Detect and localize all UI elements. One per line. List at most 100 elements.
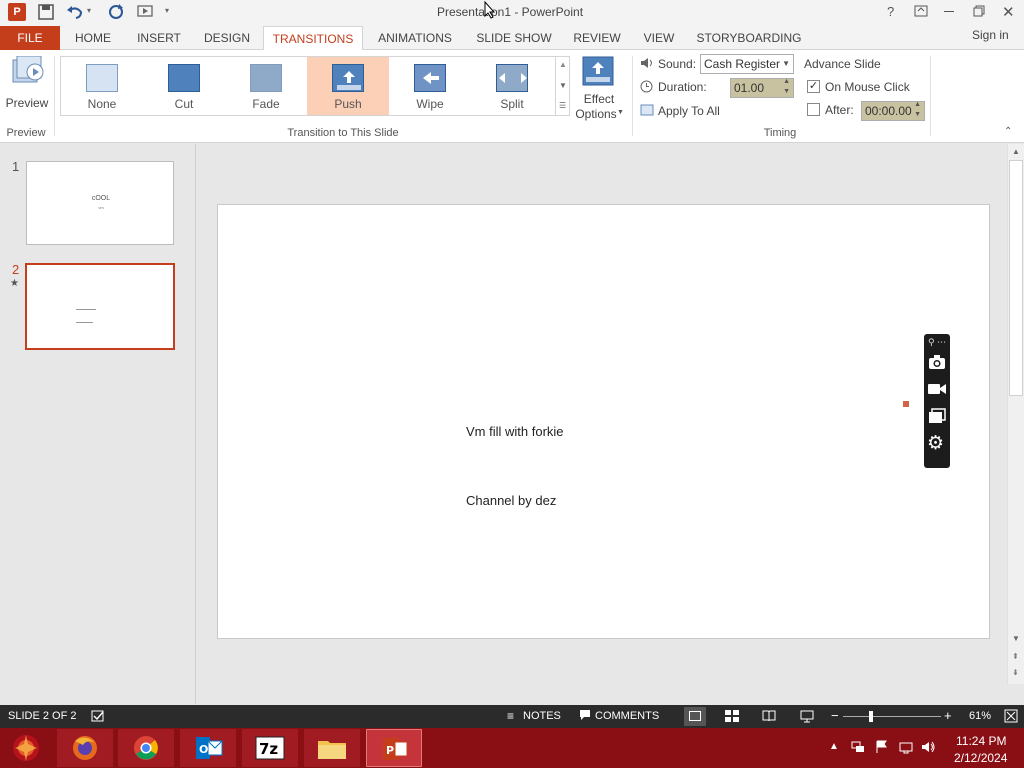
- after-spinner-icon[interactable]: ▲ ▼: [914, 100, 921, 120]
- tab-transitions[interactable]: TRANSITIONS: [263, 26, 363, 51]
- tab-review[interactable]: REVIEW: [568, 26, 626, 50]
- help-icon[interactable]: ?: [887, 4, 894, 19]
- screen-recorder-toolbar: ⚲ ⋯ ⚙: [924, 334, 950, 468]
- tab-file[interactable]: FILE: [0, 26, 60, 50]
- video-camera-icon[interactable]: [927, 382, 947, 396]
- next-slide-icon[interactable]: ⇟: [1012, 668, 1019, 677]
- status-bar: SLIDE 2 OF 2 ≡ NOTES COMMENTS − + 61%: [0, 705, 1024, 728]
- undo-dropdown-icon[interactable]: ▾: [87, 6, 91, 15]
- slide-sorter-icon[interactable]: [725, 710, 739, 722]
- settings-gear-icon[interactable]: ⚙: [927, 434, 944, 453]
- split-icon: [496, 64, 528, 92]
- normal-view-button[interactable]: [684, 707, 706, 726]
- save-icon[interactable]: [38, 4, 54, 20]
- taskbar-chrome[interactable]: [118, 729, 174, 767]
- slide-text-1-content: Vm fill with forkie: [466, 424, 564, 439]
- recorder-menu-icon[interactable]: ⚲ ⋯: [928, 337, 946, 348]
- scroll-up-icon[interactable]: ▲: [1012, 147, 1020, 156]
- slide-thumbnail-2[interactable]: [25, 263, 175, 350]
- zoom-in-button[interactable]: +: [944, 708, 952, 723]
- comments-icon: [579, 709, 591, 721]
- scroll-thumb[interactable]: [1009, 160, 1023, 396]
- ribbon-display-options-icon[interactable]: [914, 5, 928, 17]
- selection-handle[interactable]: [903, 401, 909, 407]
- none-icon: [86, 64, 118, 92]
- gallery-up-icon[interactable]: ▲: [559, 60, 567, 69]
- transition-none[interactable]: None: [61, 57, 143, 115]
- camera-icon[interactable]: [928, 354, 946, 370]
- taskbar-7zip[interactable]: 7z: [242, 729, 298, 767]
- on-mouse-click-checkbox[interactable]: ✓: [807, 80, 820, 93]
- slide-show-icon[interactable]: [800, 710, 814, 723]
- comments-button[interactable]: COMMENTS: [595, 710, 659, 722]
- zoom-slider-thumb[interactable]: [869, 711, 873, 722]
- notes-button[interactable]: NOTES: [523, 710, 561, 722]
- taskbar-file-explorer[interactable]: [304, 729, 360, 767]
- tab-home[interactable]: HOME: [66, 26, 120, 50]
- zoom-out-button[interactable]: −: [831, 708, 839, 723]
- gallery-down-icon[interactable]: ▼: [559, 81, 567, 90]
- gallery-more-icon[interactable]: ☰: [559, 101, 566, 110]
- sign-in-link[interactable]: Sign in: [972, 28, 1009, 42]
- window-capture-icon[interactable]: [928, 408, 946, 424]
- network-icon[interactable]: [851, 740, 865, 754]
- effect-options-button[interactable]: Effect Options ▼: [572, 54, 626, 122]
- volume-icon[interactable]: [921, 740, 937, 754]
- tab-insert[interactable]: INSERT: [132, 26, 186, 50]
- undo-icon[interactable]: [66, 4, 84, 20]
- restore-icon[interactable]: [973, 5, 985, 17]
- clock-time[interactable]: 11:24 PM: [956, 734, 1006, 748]
- clock-date[interactable]: 2/12/2024: [954, 751, 1007, 765]
- svg-text:7z: 7z: [259, 740, 278, 758]
- slide-text-1[interactable]: Vm fill with forkie: [466, 424, 564, 439]
- taskbar-powerpoint[interactable]: P: [366, 729, 422, 767]
- start-from-beginning-icon[interactable]: [137, 4, 155, 20]
- powerpoint-logo-icon: P: [8, 3, 26, 21]
- show-hidden-icons[interactable]: ▲: [829, 741, 839, 752]
- slide-thumbnail-1[interactable]: cOOL vm: [26, 161, 174, 245]
- minimize-icon[interactable]: [944, 11, 954, 12]
- gallery-scroll: ▲ ▼ ☰: [556, 56, 570, 116]
- transition-cut[interactable]: Cut: [143, 57, 225, 115]
- apply-all-icon: [640, 104, 654, 116]
- transition-push[interactable]: Push: [307, 57, 389, 115]
- wifi-icon[interactable]: [899, 740, 913, 754]
- taskbar-outlook[interactable]: O: [180, 729, 236, 767]
- reading-view-icon[interactable]: [762, 710, 776, 722]
- sound-select[interactable]: Cash Register ▼: [700, 54, 794, 74]
- tab-design[interactable]: DESIGN: [198, 26, 256, 50]
- transition-split[interactable]: Split: [471, 57, 553, 115]
- scroll-down-icon[interactable]: ▼: [1012, 634, 1020, 643]
- tab-view[interactable]: VIEW: [636, 26, 682, 50]
- effect-options-dropdown-icon: ▼: [617, 109, 624, 116]
- tab-animations[interactable]: ANIMATIONS: [370, 26, 460, 50]
- start-button[interactable]: [4, 730, 48, 766]
- vertical-scrollbar[interactable]: ▲ ▼ ⇞ ⇟: [1007, 144, 1024, 684]
- tab-slide-show[interactable]: SLIDE SHOW: [472, 26, 556, 50]
- duration-label: Duration:: [658, 80, 707, 94]
- after-checkbox[interactable]: [807, 103, 820, 116]
- transition-wipe[interactable]: Wipe: [389, 57, 471, 115]
- tab-storyboarding[interactable]: STORYBOARDING: [692, 26, 806, 50]
- close-icon[interactable]: ✕: [1002, 3, 1015, 21]
- previous-slide-icon[interactable]: ⇞: [1012, 652, 1019, 661]
- zoom-level[interactable]: 61%: [969, 710, 991, 722]
- duration-spinner-icon[interactable]: ▲ ▼: [783, 77, 790, 97]
- notes-icon: ≡: [507, 709, 515, 723]
- preview-button[interactable]: Preview: [4, 54, 50, 114]
- redo-icon[interactable]: [107, 3, 125, 21]
- transition-fade[interactable]: Fade: [225, 57, 307, 115]
- after-input[interactable]: 00:00.00 ▲ ▼: [861, 101, 925, 121]
- apply-to-all-button[interactable]: Apply To All: [640, 102, 740, 120]
- slide-canvas[interactable]: Vm fill with forkie Channel by dez: [217, 204, 990, 639]
- transition-star-icon: ★: [10, 278, 19, 289]
- fit-to-window-icon[interactable]: [1004, 709, 1018, 723]
- zoom-slider[interactable]: [843, 711, 941, 722]
- slide-text-2[interactable]: Channel by dez: [466, 493, 556, 508]
- taskbar-firefox[interactable]: [57, 729, 113, 767]
- spell-check-icon[interactable]: [91, 709, 105, 723]
- duration-input[interactable]: 01.00 ▲ ▼: [730, 78, 794, 98]
- collapse-ribbon-icon[interactable]: ⌃: [1004, 126, 1012, 137]
- customize-toolbar-icon[interactable]: ▾: [165, 6, 169, 15]
- action-center-flag-icon[interactable]: [876, 740, 888, 754]
